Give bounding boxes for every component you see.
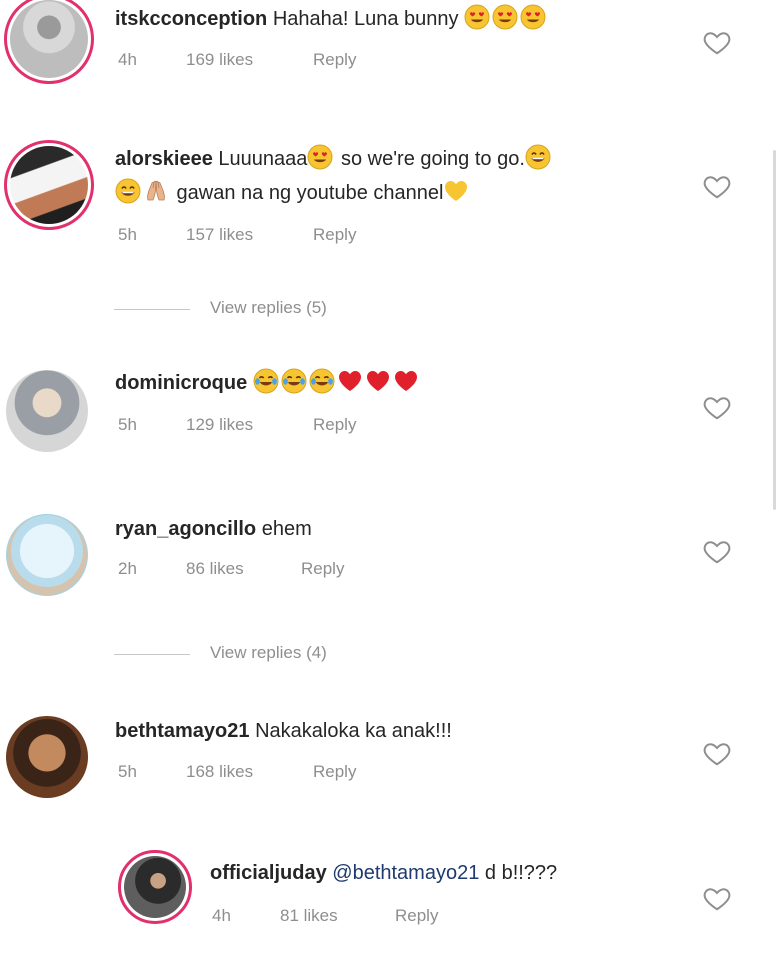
- view-replies-label[interactable]: View replies (5): [210, 298, 327, 317]
- heart-eyes-emoji-icon: [492, 4, 518, 30]
- reply-button[interactable]: Reply: [313, 415, 356, 435]
- like-heart-icon[interactable]: [702, 536, 732, 566]
- reply-button[interactable]: Reply: [301, 559, 344, 579]
- comment-likes[interactable]: 86 likes: [186, 559, 244, 579]
- like-heart-icon[interactable]: [702, 883, 732, 913]
- comment-username[interactable]: ryan_agoncillo: [115, 518, 256, 540]
- like-heart-icon[interactable]: [702, 171, 732, 201]
- comment-time: 5h: [118, 225, 137, 244]
- avatar[interactable]: [6, 370, 88, 452]
- reply-button[interactable]: Reply: [313, 225, 356, 245]
- comment-body-continued: gawan na ng youtube channel: [171, 182, 444, 204]
- joy-emoji-icon: [309, 368, 335, 394]
- comment-username[interactable]: officialjuday: [210, 862, 327, 884]
- joy-emoji-icon: [253, 368, 279, 394]
- avatar[interactable]: [118, 850, 192, 924]
- comment-time: 4h: [118, 50, 137, 69]
- grin-emoji-icon: [115, 178, 141, 204]
- comment-username[interactable]: alorskieee: [115, 148, 213, 170]
- heart-eyes-emoji-icon: [307, 144, 333, 170]
- comment-body: Hahaha! Luna bunny: [272, 8, 459, 30]
- comment-time: 5h: [118, 415, 137, 434]
- comment-body: ehem: [261, 518, 312, 540]
- comment-body-continued: so we're going to go.: [335, 148, 525, 170]
- reply-button[interactable]: Reply: [313, 762, 356, 782]
- view-replies-button[interactable]: View replies (5): [114, 298, 327, 318]
- view-replies-button[interactable]: View replies (4): [114, 643, 327, 663]
- divider-line: [114, 309, 190, 310]
- scrollbar[interactable]: [773, 150, 776, 510]
- heart-eyes-emoji-icon: [464, 4, 490, 30]
- joy-emoji-icon: [281, 368, 307, 394]
- red-heart-emoji-icon: [365, 368, 391, 394]
- comment-text: bethtamayo21 Nakakaloka ka anak!!!: [115, 716, 452, 746]
- view-replies-label[interactable]: View replies (4): [210, 643, 327, 662]
- grin-emoji-icon: [525, 144, 551, 170]
- comment-username[interactable]: itskcconception: [115, 8, 267, 30]
- comment-time: 5h: [118, 762, 137, 781]
- praying-hands-emoji-icon: [143, 178, 169, 204]
- comment-likes[interactable]: 129 likes: [186, 415, 253, 435]
- reply-button[interactable]: Reply: [395, 906, 438, 926]
- comment-text: ryan_agoncillo ehem: [115, 514, 312, 544]
- comment-text: itskcconception Hahaha! Luna bunny: [115, 4, 548, 34]
- comment-text: alorskieee Luuunaaa so we're going to go…: [115, 144, 553, 174]
- comment-text-line-2: gawan na ng youtube channel: [115, 178, 471, 208]
- divider-line: [114, 654, 190, 655]
- comment-likes[interactable]: 168 likes: [186, 762, 253, 782]
- heart-eyes-emoji-icon: [520, 4, 546, 30]
- like-heart-icon[interactable]: [702, 738, 732, 768]
- comment-text: officialjuday @bethtamayo21 d b!!???: [210, 858, 557, 888]
- comment-text: dominicroque: [115, 368, 421, 398]
- avatar[interactable]: [6, 514, 88, 596]
- mention-link[interactable]: @bethtamayo21: [332, 862, 479, 884]
- yellow-heart-emoji-icon: [443, 178, 469, 204]
- reply-button[interactable]: Reply: [313, 50, 356, 70]
- comment-username[interactable]: bethtamayo21: [115, 720, 250, 742]
- comment-username[interactable]: dominicroque: [115, 372, 247, 394]
- comment-body: Nakakaloka ka anak!!!: [255, 720, 452, 742]
- avatar[interactable]: [6, 716, 88, 798]
- comment-body: Luuunaaa: [218, 148, 308, 170]
- red-heart-emoji-icon: [393, 368, 419, 394]
- comment-likes[interactable]: 169 likes: [186, 50, 253, 70]
- comment-body: d b!!???: [479, 862, 558, 884]
- comment-time: 4h: [212, 906, 231, 925]
- red-heart-emoji-icon: [337, 368, 363, 394]
- avatar[interactable]: [4, 0, 94, 84]
- like-heart-icon[interactable]: [702, 27, 732, 57]
- comment-time: 2h: [118, 559, 137, 578]
- comment-likes[interactable]: 157 likes: [186, 225, 253, 245]
- like-heart-icon[interactable]: [702, 392, 732, 422]
- comment-likes[interactable]: 81 likes: [280, 906, 338, 926]
- avatar[interactable]: [4, 140, 94, 230]
